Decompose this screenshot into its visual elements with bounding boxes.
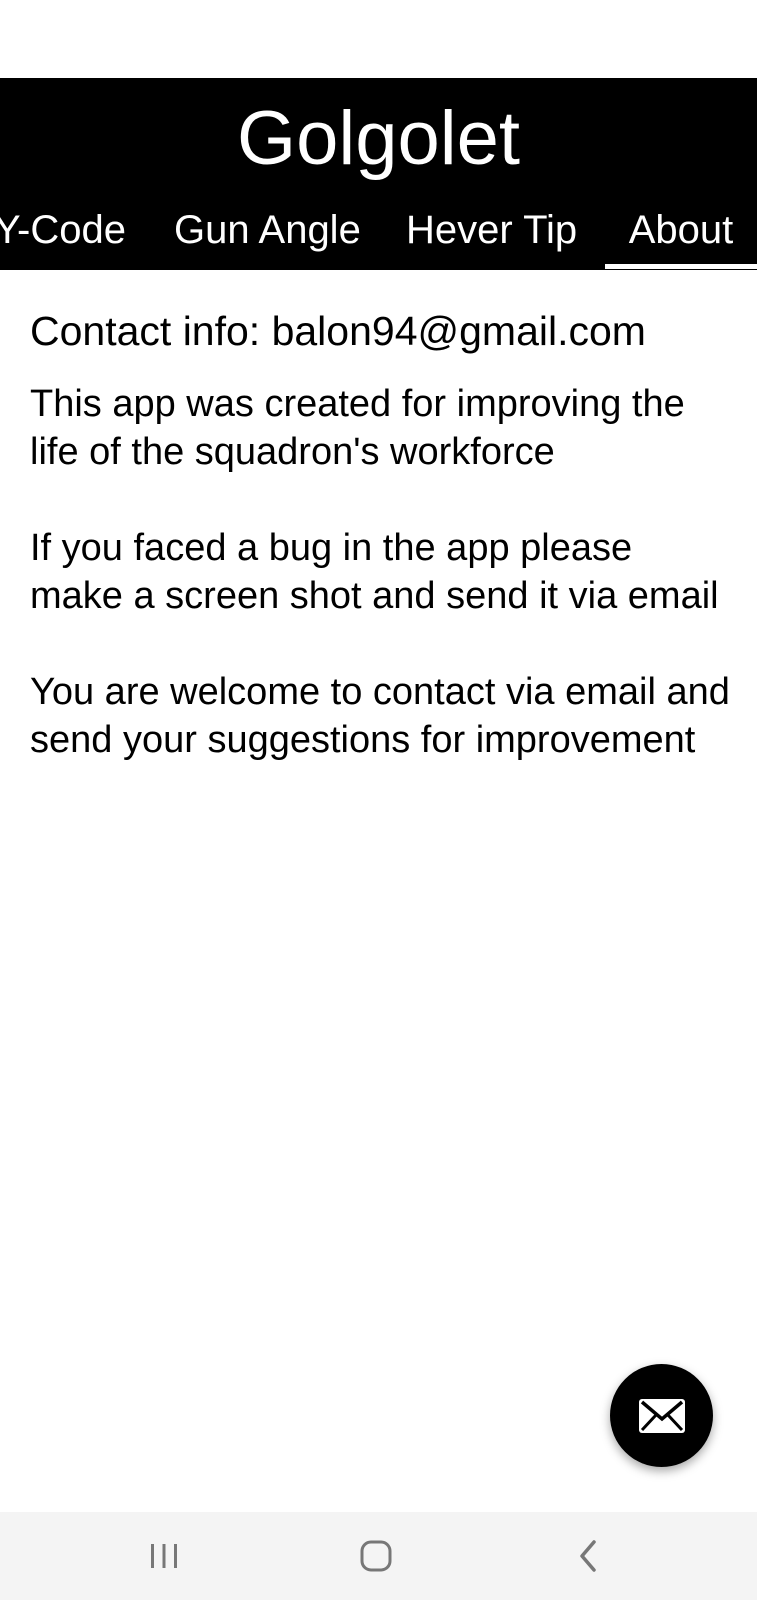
status-bar xyxy=(0,0,757,78)
back-icon xyxy=(580,1540,596,1572)
app-bar: Golgolet Y-Code Gun Angle Hever Tip Abou… xyxy=(0,78,757,270)
home-button[interactable] xyxy=(336,1526,416,1586)
recent-apps-icon xyxy=(151,1544,177,1568)
about-paragraph-purpose: This app was created for improving the l… xyxy=(30,383,685,473)
about-content: Contact info: balon94@gmail.com This app… xyxy=(30,300,730,812)
selected-tab-indicator xyxy=(605,264,757,269)
system-navigation-bar xyxy=(0,1512,757,1600)
tab-gun-angle[interactable]: Gun Angle xyxy=(174,190,370,270)
app-title: Golgolet xyxy=(236,96,521,181)
about-paragraph-suggestions: You are welcome to contact via email and… xyxy=(30,671,730,761)
tab-hever-tip[interactable]: Hever Tip xyxy=(406,190,588,270)
mail-icon xyxy=(638,1398,685,1433)
back-button[interactable] xyxy=(548,1526,628,1586)
tab-y-code[interactable]: Y-Code xyxy=(0,190,152,270)
send-email-button[interactable] xyxy=(610,1364,713,1467)
home-icon xyxy=(360,1540,392,1572)
contact-info: Contact info: balon94@gmail.com xyxy=(30,308,646,354)
app-screen: Golgolet Y-Code Gun Angle Hever Tip Abou… xyxy=(0,0,757,1600)
about-paragraph-bug-report: If you faced a bug in the app please mak… xyxy=(30,527,719,617)
tab-bar: Y-Code Gun Angle Hever Tip About xyxy=(0,190,757,270)
recent-apps-button[interactable] xyxy=(124,1526,204,1586)
tab-about[interactable]: About xyxy=(605,190,757,270)
